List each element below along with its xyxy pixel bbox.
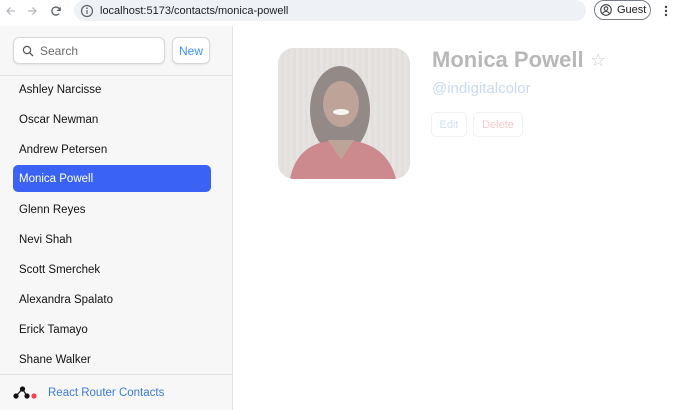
address-bar[interactable]: localhost:5173/contacts/monica-powell [74, 0, 586, 21]
search-box[interactable] [13, 37, 165, 64]
search-row: New [0, 26, 233, 76]
react-router-logo-icon [13, 385, 37, 399]
contact-item[interactable]: Nevi Shah [13, 226, 211, 253]
favorite-star-icon[interactable]: ☆ [590, 52, 606, 70]
sidebar-footer: React Router Contacts [0, 374, 233, 410]
contact-item[interactable]: Andrew Petersen [13, 136, 211, 163]
contact-avatar [278, 48, 410, 179]
contact-item[interactable]: Scott Smerchek [13, 256, 211, 283]
profile-label: Guest [617, 4, 647, 16]
back-icon[interactable] [0, 0, 22, 22]
reload-icon[interactable] [45, 0, 67, 22]
contact-name: Monica Powell [432, 47, 584, 72]
delete-button[interactable]: Delete [473, 112, 523, 137]
more-menu-icon[interactable] [660, 2, 672, 20]
site-info-icon[interactable] [80, 4, 94, 18]
forward-icon[interactable] [21, 0, 43, 22]
url-text: localhost:5173/contacts/monica-powell [100, 4, 289, 17]
contact-item[interactable]: Oscar Newman [13, 106, 211, 133]
contact-item[interactable]: Erick Tamayo [13, 316, 211, 343]
app-title-link[interactable]: React Router Contacts [48, 387, 164, 399]
contact-detail: Monica Powell ☆ @indigitalcolor Edit Del… [234, 26, 677, 410]
contact-item[interactable]: Glenn Reyes [13, 196, 211, 223]
new-contact-button[interactable]: New [172, 37, 210, 64]
contact-item[interactable]: Alexandra Spalato [13, 286, 211, 313]
contact-item[interactable]: Shane Walker [13, 346, 211, 373]
search-input[interactable] [40, 43, 150, 58]
search-icon [22, 45, 34, 56]
edit-button[interactable]: Edit [431, 112, 467, 137]
profile-icon [600, 4, 612, 16]
browser-toolbar: localhost:5173/contacts/monica-powell Gu… [0, 0, 677, 24]
contact-item-active[interactable]: Monica Powell [13, 165, 211, 192]
contact-item[interactable]: Ashley Narcisse [13, 76, 211, 103]
contact-handle-link[interactable]: @indigitalcolor [432, 80, 531, 97]
sidebar: New Ashley Narcisse Oscar Newman Andrew … [0, 26, 233, 410]
profile-button[interactable]: Guest [594, 0, 651, 20]
